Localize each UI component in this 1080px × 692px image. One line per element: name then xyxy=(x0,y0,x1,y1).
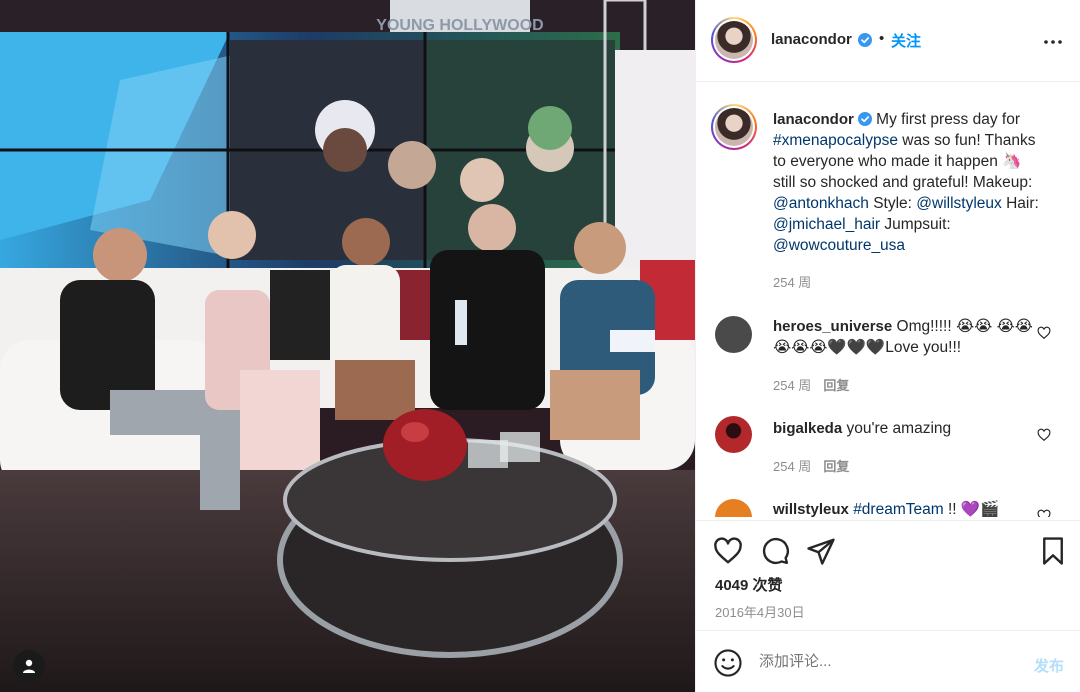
comment-input[interactable] xyxy=(759,653,1009,670)
commenter-username[interactable]: bigalkeda xyxy=(773,420,842,437)
comments-list[interactable]: lanacondor My first press day for #xmena… xyxy=(696,83,1080,517)
comment-text: bigalkeda you're amazing xyxy=(773,418,1048,439)
reply-button[interactable]: 回复 xyxy=(823,459,849,474)
share-icon[interactable] xyxy=(806,536,836,566)
verified-icon xyxy=(857,112,872,126)
heart-icon[interactable] xyxy=(1037,428,1051,442)
separator-dot: • xyxy=(879,30,885,47)
commenter-username[interactable]: heroes_universe xyxy=(773,318,892,335)
add-comment-bar: 发布 xyxy=(696,630,1080,692)
caption-segment: Style: xyxy=(868,195,917,212)
post-photo[interactable]: YOUNG HOLLYWOOD xyxy=(0,0,695,692)
heart-icon[interactable] xyxy=(1037,326,1051,340)
more-icon[interactable] xyxy=(1041,30,1065,54)
hashtag-link[interactable]: #xmenapocalypse xyxy=(773,132,898,149)
mention-link[interactable]: @willstyleux xyxy=(916,195,1002,212)
caption-segment: Hair: xyxy=(1001,195,1039,212)
comment-body: !! 💜🎬 xyxy=(943,501,1000,517)
caption-username[interactable]: lanacondor xyxy=(773,111,854,128)
post-date[interactable]: 2016年4月30日 xyxy=(715,602,805,621)
comment-age: 254 周 xyxy=(773,459,812,474)
heart-icon[interactable] xyxy=(713,536,743,566)
caption-meta: 254 周 xyxy=(773,272,811,291)
author-username[interactable]: lanacondor xyxy=(771,31,852,48)
studio-sign: YOUNG HOLLYWOOD xyxy=(376,17,543,34)
caption-age: 254 周 xyxy=(773,275,812,290)
like-count[interactable]: 4049 次赞 xyxy=(715,574,783,595)
mention-link[interactable]: @jmichael_hair xyxy=(773,216,880,233)
post-image: YOUNG HOLLYWOOD xyxy=(0,0,695,692)
user-tag-icon xyxy=(23,659,35,673)
follow-button[interactable]: 关注 xyxy=(891,30,921,51)
bookmark-icon[interactable] xyxy=(1038,536,1068,566)
hashtag-link[interactable]: #dreamTeam xyxy=(853,501,943,517)
commenter-avatar[interactable] xyxy=(715,316,752,353)
post-comment-button[interactable]: 发布 xyxy=(1034,655,1064,676)
comment-icon[interactable] xyxy=(760,536,790,566)
reply-button[interactable]: 回复 xyxy=(823,378,849,393)
user-tag-button[interactable] xyxy=(13,650,45,682)
caption-avatar[interactable] xyxy=(711,104,757,150)
mention-link[interactable]: @wowcouture_usa xyxy=(773,237,905,254)
verified-icon xyxy=(858,33,872,47)
post-header: lanacondor • 关注 xyxy=(696,0,1080,82)
post-side-panel: lanacondor • 关注 lanacondor My first pres… xyxy=(695,0,1080,692)
comment-meta: 254 周回复 xyxy=(773,375,849,394)
comment-meta: 254 周回复 xyxy=(773,456,849,475)
author-avatar[interactable] xyxy=(711,17,757,63)
smiley-icon[interactable] xyxy=(713,648,743,678)
caption-segment: My first press day for xyxy=(871,111,1021,128)
comment-text: willstyleux #dreamTeam !! 💜🎬 xyxy=(773,499,1048,517)
commenter-avatar[interactable] xyxy=(715,499,752,517)
caption-text: lanacondor My first press day for #xmena… xyxy=(773,109,1048,256)
mention-link[interactable]: @antonkhach xyxy=(773,195,869,212)
commenter-avatar[interactable] xyxy=(715,416,752,453)
heart-icon[interactable] xyxy=(1037,509,1051,517)
comment-text: heroes_universe Omg!!!!! 😭😭 😭😭😭😭😭🖤🖤🖤Love… xyxy=(773,316,1048,358)
caption-segment: Jumpsuit: xyxy=(880,216,951,233)
comment-age: 254 周 xyxy=(773,378,812,393)
commenter-username[interactable]: willstyleux xyxy=(773,501,849,517)
comment-body: you're amazing xyxy=(842,420,952,437)
